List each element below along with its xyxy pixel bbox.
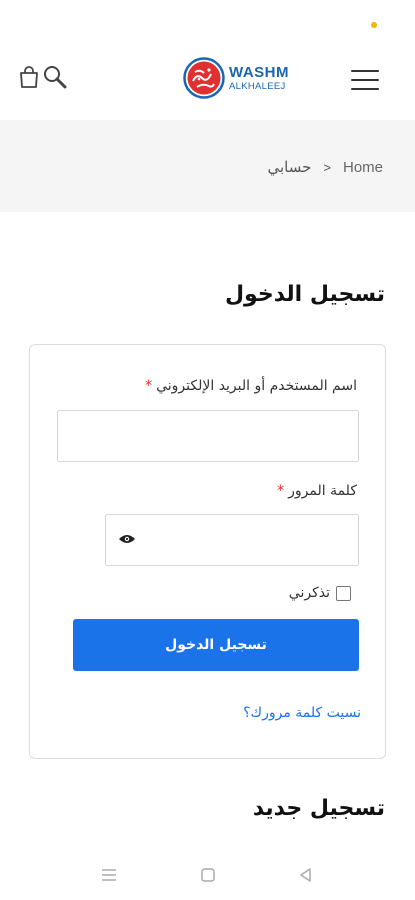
hamburger-icon[interactable] [351,70,379,90]
login-form: اسم المستخدم أو البريد الإلكتروني* كلمة … [29,344,386,759]
login-title: تسجيل الدخول [224,282,385,307]
password-label-text: كلمة المرور [288,483,357,499]
breadcrumb: Home > حسابي [267,158,383,177]
eye-icon[interactable] [118,533,136,545]
home-icon[interactable] [199,866,217,884]
recent-apps-icon[interactable] [100,866,118,884]
remember-me-checkbox[interactable] [336,585,351,601]
login-button[interactable]: تسجيل الدخول [73,619,359,671]
notification-dot [371,22,377,28]
breadcrumb-bar: Home > حسابي [0,120,415,212]
shopping-bag-icon[interactable] [18,65,40,89]
remember-me-label: تذكرني [288,585,330,601]
forgot-password-link[interactable]: نسيت كلمة مرورك؟ [243,705,361,721]
remember-me[interactable]: تذكرني [289,585,351,601]
logo-line2: ALKHALEEJ [229,80,286,92]
header-actions [18,64,68,90]
logo-line1: WASHM [229,63,289,81]
breadcrumb-home-link[interactable]: Home [343,159,383,176]
status-bar [0,0,415,40]
username-label: اسم المستخدم أو البريد الإلكتروني* [145,378,357,394]
search-icon[interactable] [42,64,68,90]
username-input[interactable] [57,410,359,462]
breadcrumb-separator: > [323,159,331,175]
back-icon[interactable] [297,866,315,884]
password-input[interactable] [105,514,359,566]
register-title: تسجيل جديد [252,796,385,821]
required-mark: * [277,483,285,499]
password-label: كلمة المرور* [277,483,357,499]
logo-text: WASHM ALKHALEEJ [229,65,289,92]
required-mark: * [145,378,153,394]
site-logo[interactable]: WASHM ALKHALEEJ [183,57,289,99]
site-header: WASHM ALKHALEEJ [0,40,415,120]
system-nav-bar [0,856,415,900]
logo-mark-icon [183,57,225,99]
breadcrumb-current: حسابي [267,159,312,176]
username-label-text: اسم المستخدم أو البريد الإلكتروني [156,378,357,394]
